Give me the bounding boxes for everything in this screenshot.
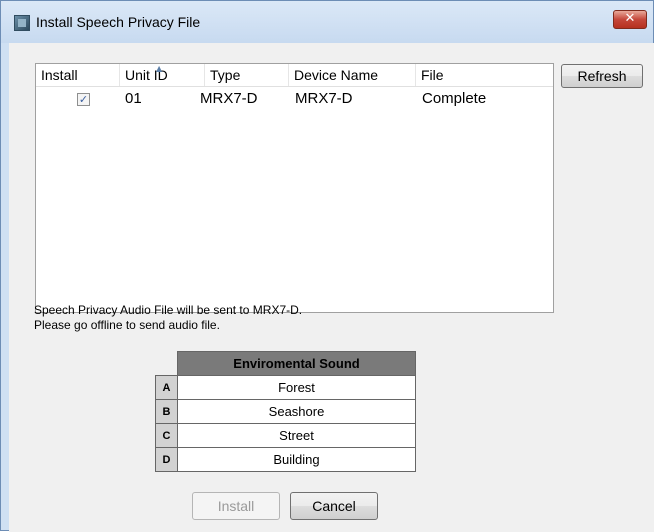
column-header-file[interactable]: File bbox=[416, 64, 553, 86]
row-letter: B bbox=[155, 399, 178, 424]
install-checkbox[interactable]: ✓ bbox=[77, 93, 90, 106]
table-row: D Building bbox=[155, 447, 416, 472]
sound-name: Street bbox=[177, 423, 416, 448]
message-line-2: Please go offline to send audio file. bbox=[34, 318, 220, 332]
column-header-type[interactable]: Type bbox=[205, 64, 289, 86]
app-icon bbox=[14, 15, 30, 31]
message-line-1: Speech Privacy Audio File will be sent t… bbox=[34, 303, 303, 317]
unit-id-cell: 01 bbox=[125, 90, 142, 107]
table-row: A Forest bbox=[155, 375, 416, 400]
column-header-device-name[interactable]: Device Name bbox=[289, 64, 416, 86]
device-name-cell: MRX7-D bbox=[295, 90, 353, 107]
sound-name: Seashore bbox=[177, 399, 416, 424]
table-row: C Street bbox=[155, 423, 416, 448]
refresh-button[interactable]: Refresh bbox=[561, 64, 643, 88]
environmental-sound-table: Enviromental Sound A Forest B Seashore C… bbox=[155, 351, 416, 472]
device-list[interactable]: Install Unit ID ▲ Type Device Name File … bbox=[35, 63, 554, 313]
column-header-unit-id[interactable]: Unit ID bbox=[120, 64, 205, 86]
cancel-button[interactable]: Cancel bbox=[290, 492, 378, 520]
file-status-cell: Complete bbox=[422, 90, 487, 107]
close-button[interactable]: ✕ bbox=[613, 10, 647, 29]
sound-name: Forest bbox=[177, 375, 416, 400]
row-letter: D bbox=[155, 447, 178, 472]
sound-name: Building bbox=[177, 447, 416, 472]
row-letter: A bbox=[155, 375, 178, 400]
type-cell: MRX7-D bbox=[200, 90, 258, 107]
install-speech-privacy-dialog: Install Speech Privacy File ✕ Install Un… bbox=[0, 0, 654, 532]
title-bar[interactable]: Install Speech Privacy File ✕ bbox=[1, 1, 653, 43]
row-letter: C bbox=[155, 423, 178, 448]
window-title: Install Speech Privacy File bbox=[36, 14, 201, 30]
column-header-install[interactable]: Install bbox=[36, 64, 120, 86]
environmental-sound-header: Enviromental Sound bbox=[177, 351, 416, 376]
list-header: Install Unit ID ▲ Type Device Name File bbox=[36, 64, 553, 87]
table-row: B Seashore bbox=[155, 399, 416, 424]
sort-ascending-icon: ▲ bbox=[156, 64, 163, 73]
install-button[interactable]: Install bbox=[192, 492, 280, 520]
dialog-client-area: Install Unit ID ▲ Type Device Name File … bbox=[9, 43, 654, 532]
status-message: Speech Privacy Audio File will be sent t… bbox=[34, 303, 302, 333]
